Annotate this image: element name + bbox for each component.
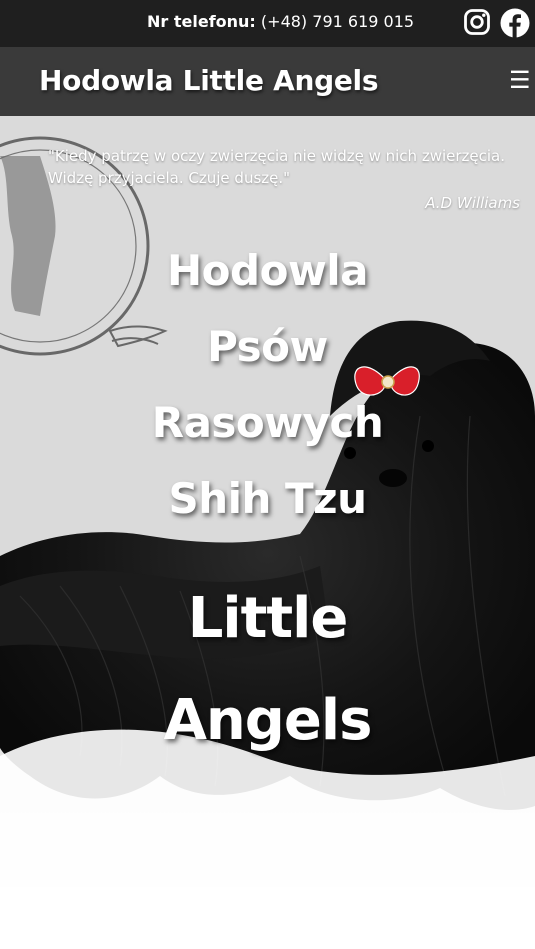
hero-title-line-3: Rasowych bbox=[151, 398, 384, 447]
hero-dog-photo bbox=[0, 116, 535, 949]
phone-number[interactable]: (+48) 791 619 015 bbox=[261, 12, 414, 31]
hamburger-menu-icon[interactable]: ☰ bbox=[509, 69, 531, 93]
hero-title-line-1: Hodowla bbox=[167, 246, 368, 295]
hero-subtitle-line-2: Angels bbox=[163, 688, 373, 753]
phone-contact[interactable]: Nr telefonu: (+48) 791 619 015 bbox=[147, 12, 414, 31]
hero-subtitle-line-1: Little bbox=[187, 586, 349, 651]
hero-title-line-2: Psów bbox=[207, 322, 328, 371]
quote-author: A.D Williams bbox=[425, 194, 520, 212]
hero-section: "Kiedy patrzę w oczy zwierzęcia nie widz… bbox=[0, 116, 535, 949]
site-brand[interactable]: Hodowla Little Angels bbox=[39, 64, 379, 97]
hero-title-line-4: Shih Tzu bbox=[168, 474, 367, 523]
main-navbar: Hodowla Little Angels ☰ bbox=[0, 47, 535, 116]
instagram-icon[interactable] bbox=[463, 8, 491, 40]
top-contact-bar: Nr telefonu: (+48) 791 619 015 bbox=[0, 0, 535, 47]
hero-quote: "Kiedy patrzę w oczy zwierzęcia nie widz… bbox=[48, 147, 506, 187]
phone-label: Nr telefonu: bbox=[147, 12, 256, 31]
facebook-icon[interactable] bbox=[500, 8, 530, 42]
